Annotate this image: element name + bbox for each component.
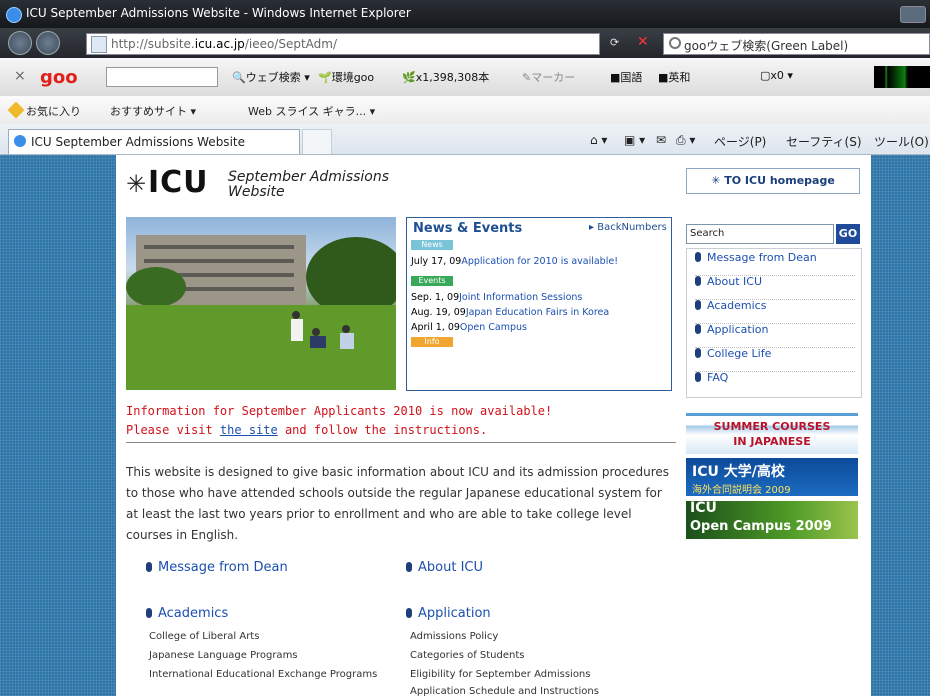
go-button[interactable]: GO bbox=[836, 224, 860, 244]
info-tag: Info bbox=[411, 337, 453, 347]
summer-courses-banner[interactable]: SUMMER COURSES IN JAPANESE bbox=[686, 413, 858, 454]
to-icu-homepage-button[interactable]: ✳ TO ICU homepage bbox=[686, 168, 860, 194]
overseas-fair-banner[interactable]: ICU 大学/高校 海外合同説明会 2009 bbox=[686, 458, 858, 496]
side-navigation: Message from Dean About ICU Academics Ap… bbox=[686, 248, 862, 398]
page-menu[interactable]: ページ(P) bbox=[714, 133, 766, 150]
forward-button[interactable] bbox=[36, 31, 60, 55]
stop-icon[interactable]: ✕ bbox=[637, 34, 649, 50]
page-icon bbox=[91, 36, 107, 53]
academics-sub-link[interactable]: Japanese Language Programs bbox=[149, 650, 298, 661]
news-item[interactable]: Aug. 19, 09Japan Education Fairs in Kore… bbox=[411, 307, 609, 318]
search-icon bbox=[669, 37, 681, 49]
eiwa-button[interactable]: ■英和 bbox=[658, 69, 690, 85]
home-icon[interactable]: ⌂ ▾ bbox=[590, 133, 607, 147]
web-search-button[interactable]: 🔍ウェブ検索 ▾ bbox=[232, 69, 310, 85]
news-item[interactable]: April 1, 09Open Campus bbox=[411, 322, 527, 333]
campus-photo bbox=[126, 217, 396, 390]
tools-menu[interactable]: ツール(O) bbox=[874, 133, 929, 150]
print-icon[interactable]: ⎙ ▾ bbox=[676, 133, 695, 148]
window-title: ICU September Admissions Website - Windo… bbox=[26, 6, 411, 20]
news-item[interactable]: Sep. 1, 09Joint Information Sessions bbox=[411, 292, 582, 303]
favorites-button[interactable]: お気に入り bbox=[7, 101, 81, 119]
events-tag: Events bbox=[411, 276, 453, 286]
application-sub-link[interactable]: Categories of Students bbox=[410, 650, 524, 661]
tab-active[interactable]: ICU September Admissions Website bbox=[8, 129, 300, 154]
news-item[interactable]: July 17, 09Application for 2010 is avail… bbox=[411, 256, 618, 267]
address-toolbar: http://subsite.icu.ac.jp/ieeo/SeptAdm/ ⟳… bbox=[0, 28, 930, 58]
sidenav-application[interactable]: Application bbox=[695, 323, 855, 348]
webslice-button[interactable]: Web スライス ギャラ... ▾ bbox=[248, 103, 375, 119]
link-message-from-dean[interactable]: Message from Dean bbox=[146, 560, 288, 575]
link-about-icu[interactable]: About ICU bbox=[406, 560, 483, 575]
sidenav-faq[interactable]: FAQ bbox=[695, 371, 855, 395]
counter-button[interactable]: 🌿x1,398,308本 bbox=[402, 69, 489, 85]
divider bbox=[126, 442, 676, 443]
activity-meter bbox=[874, 66, 930, 88]
application-sub-link[interactable]: Eligibility for September Admissions bbox=[410, 669, 590, 680]
search-input[interactable]: gooウェブ検索(Green Label) bbox=[663, 33, 930, 55]
goo-toolbar: × goo 🔍ウェブ検索 ▾ 🌱環境goo 🌿x1,398,308本 ✎マーカー… bbox=[0, 58, 930, 97]
kokugo-button[interactable]: ■国語 bbox=[610, 69, 642, 85]
mail-counter[interactable]: ▢x0 ▾ bbox=[760, 69, 793, 82]
link-academics[interactable]: Academics bbox=[146, 606, 228, 621]
academics-sub-link[interactable]: College of Liberal Arts bbox=[149, 631, 259, 642]
mail-icon[interactable]: ✉ bbox=[656, 133, 666, 147]
application-sub-link[interactable]: Admissions Policy bbox=[410, 631, 498, 642]
application-sub-link[interactable]: Application Schedule and Instructions bbox=[410, 686, 599, 697]
tab-bar: ICU September Admissions Website ⌂ ▾ ▣ ▾… bbox=[0, 124, 930, 155]
minimize-button[interactable] bbox=[900, 6, 926, 23]
sidenav-academics[interactable]: Academics bbox=[695, 299, 855, 324]
window-title-bar: ICU September Admissions Website - Windo… bbox=[0, 0, 930, 28]
address-input[interactable]: http://subsite.icu.ac.jp/ieeo/SeptAdm/ bbox=[86, 33, 600, 55]
close-toolbar-icon[interactable]: × bbox=[14, 68, 26, 84]
back-button[interactable] bbox=[8, 31, 32, 55]
ie-logo-icon bbox=[6, 7, 22, 23]
info-notice: Information for September Applicants 201… bbox=[126, 404, 553, 437]
sidenav-about-icu[interactable]: About ICU bbox=[695, 275, 855, 300]
intro-paragraph: This website is designed to give basic i… bbox=[126, 465, 669, 542]
open-campus-banner[interactable]: ICU Open Campus 2009 bbox=[686, 500, 858, 539]
sidenav-message-from-dean[interactable]: Message from Dean bbox=[695, 251, 855, 276]
ie-page-icon bbox=[14, 135, 26, 147]
eco-goo-button[interactable]: 🌱環境goo bbox=[318, 69, 374, 85]
news-tag: News bbox=[411, 240, 453, 250]
star-icon bbox=[7, 101, 25, 119]
news-events-panel: News & Events ▸ BackNumbers News July 17… bbox=[406, 217, 672, 391]
marker-button[interactable]: ✎マーカー bbox=[522, 69, 575, 85]
refresh-icon[interactable]: ⟳ bbox=[610, 36, 619, 49]
recommended-sites-button[interactable]: おすすめサイト ▾ bbox=[110, 103, 196, 119]
sidenav-college-life[interactable]: College Life bbox=[695, 347, 855, 372]
link-application[interactable]: Application bbox=[406, 606, 491, 621]
new-tab-button[interactable] bbox=[302, 129, 332, 154]
backnumbers-link[interactable]: ▸ BackNumbers bbox=[589, 222, 667, 233]
academics-sub-link[interactable]: International Educational Exchange Progr… bbox=[149, 669, 377, 680]
the-site-link[interactable]: the site bbox=[220, 423, 278, 437]
logo-mark-icon: ✳ bbox=[126, 170, 147, 198]
goo-search-combo[interactable] bbox=[106, 67, 218, 87]
safety-menu[interactable]: セーフティ(S) bbox=[786, 133, 862, 150]
feeds-icon[interactable]: ▣ ▾ bbox=[624, 133, 645, 147]
site-search-input[interactable]: Search bbox=[686, 224, 834, 244]
favorites-bar: お気に入り おすすめサイト ▾ Web スライス ギャラ... ▾ bbox=[0, 96, 930, 124]
goo-logo[interactable]: goo bbox=[40, 67, 78, 88]
news-title: News & Events bbox=[413, 221, 523, 236]
